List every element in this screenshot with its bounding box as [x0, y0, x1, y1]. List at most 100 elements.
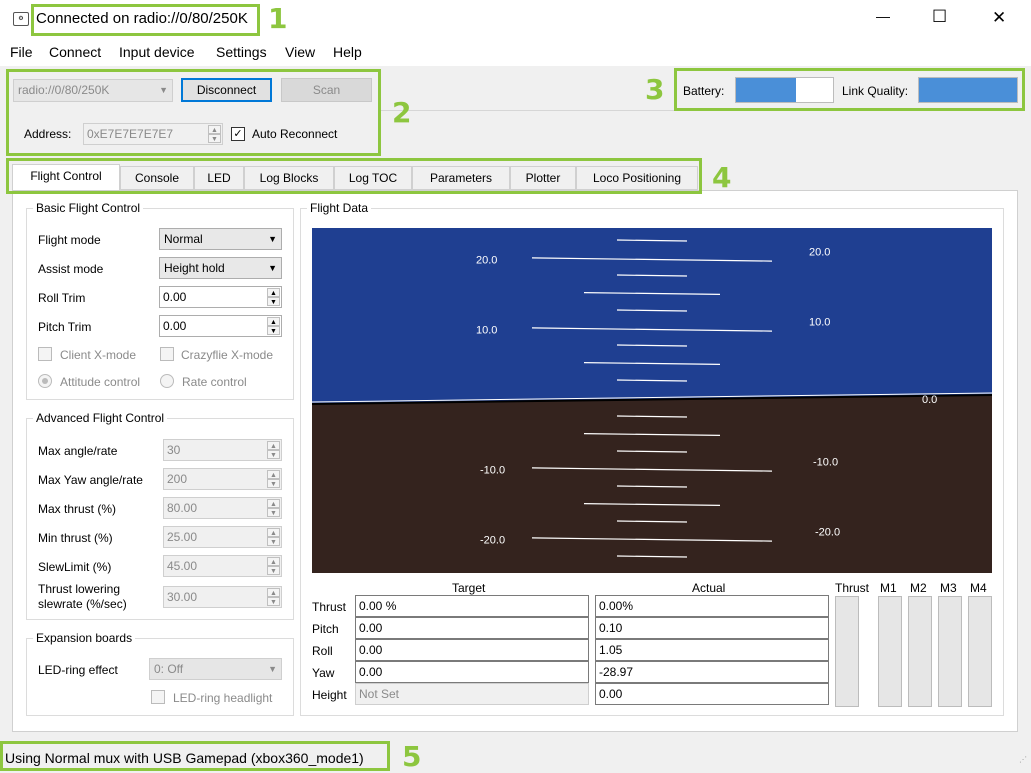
- spin-down-icon[interactable]: ▼: [267, 537, 280, 546]
- advanced-row-label: Thrust lowering slewrate (%/sec): [38, 582, 127, 611]
- spin-down-icon[interactable]: ▼: [267, 326, 280, 335]
- advanced-row-field[interactable]: 30 ▲ ▼: [163, 439, 282, 461]
- motor-bar: [878, 596, 902, 707]
- sky: [312, 228, 992, 404]
- artificial-horizon: 20.0 20.0 10.0 10.0 -10.0 -10.0 -20.0 -20.0 0.0: [312, 228, 992, 573]
- spin-down-icon[interactable]: ▼: [267, 597, 280, 606]
- pitch-label: 20.0: [809, 247, 830, 259]
- pitch-trim-field[interactable]: 0.00 ▲ ▼: [159, 315, 282, 337]
- led-ring-headlight-checkbox[interactable]: [151, 690, 165, 704]
- pitch-label: -20.0: [815, 527, 840, 539]
- assist-mode-label: Assist mode: [38, 262, 104, 276]
- spin-up-icon[interactable]: ▲: [267, 557, 280, 566]
- callout-box-4: [6, 158, 702, 194]
- target-value-field: Not Set: [355, 683, 589, 705]
- callout-box-3: [674, 68, 1025, 111]
- spin-down-icon[interactable]: ▼: [267, 479, 280, 488]
- callout-box-2: [6, 69, 381, 156]
- pitch-trim-value: 0.00: [163, 319, 187, 333]
- menu-bar: File Connect Input device Settings View …: [0, 40, 1031, 66]
- flight-data-row-label: Thrust: [312, 600, 347, 614]
- actual-value-field: 0.00: [595, 683, 829, 705]
- client-x-mode-checkbox[interactable]: [38, 347, 52, 361]
- app-icon: ⚙: [13, 12, 29, 26]
- actual-header: Actual: [692, 581, 726, 595]
- callout-box-5: [0, 741, 390, 771]
- advanced-row-field[interactable]: 80.00 ▲ ▼: [163, 497, 282, 519]
- spin-up-icon[interactable]: ▲: [267, 288, 280, 297]
- spin-up-icon[interactable]: ▲: [267, 528, 280, 537]
- attitude-control-label: Attitude control: [60, 375, 141, 389]
- actual-value-field: 1.05: [595, 639, 829, 661]
- crazyflie-x-mode-checkbox[interactable]: [160, 347, 174, 361]
- flight-data-row-label: Yaw: [312, 666, 335, 680]
- flight-data-row-label: Roll: [312, 644, 333, 658]
- led-ring-effect-select[interactable]: 0: Off ▼: [149, 658, 282, 680]
- advanced-row-value: 80.00: [167, 501, 198, 515]
- menu-settings[interactable]: Settings: [216, 44, 267, 60]
- roll-trim-field[interactable]: 0.00 ▲ ▼: [159, 286, 282, 308]
- maximize-button[interactable]: ☐: [932, 7, 947, 27]
- chevron-down-icon: ▼: [268, 234, 277, 244]
- rate-control-radio[interactable]: [160, 374, 174, 388]
- target-value-field: 0.00: [355, 639, 589, 661]
- advanced-row-label: Min thrust (%): [38, 531, 113, 545]
- assist-mode-select[interactable]: Height hold ▼: [159, 257, 282, 279]
- spin-up-icon[interactable]: ▲: [267, 317, 280, 326]
- pitch-label: 10.0: [809, 317, 830, 329]
- chevron-down-icon: ▼: [268, 263, 277, 273]
- close-button[interactable]: ✕: [992, 8, 1006, 28]
- client-x-mode-label: Client X-mode: [60, 348, 137, 362]
- flight-mode-select[interactable]: Normal ▼: [159, 228, 282, 250]
- spin-down-icon[interactable]: ▼: [267, 566, 280, 575]
- attitude-control-radio[interactable]: [38, 374, 52, 388]
- advanced-row-value: 200: [167, 472, 188, 486]
- advanced-row-field[interactable]: 45.00 ▲ ▼: [163, 555, 282, 577]
- callout-number-4: 4: [712, 161, 732, 194]
- target-value-field: 0.00 %: [355, 595, 589, 617]
- menu-connect[interactable]: Connect: [49, 44, 101, 60]
- led-ring-headlight-label: LED-ring headlight: [173, 691, 273, 705]
- pitch-label: 10.0: [476, 325, 497, 337]
- actual-value-field: -28.97: [595, 661, 829, 683]
- spin-down-icon[interactable]: ▼: [267, 450, 280, 459]
- spin-up-icon[interactable]: ▲: [267, 470, 280, 479]
- spin-up-icon[interactable]: ▲: [267, 499, 280, 508]
- menu-help[interactable]: Help: [333, 44, 362, 60]
- advanced-row-field[interactable]: 30.00 ▲ ▼: [163, 586, 282, 608]
- advanced-group-title: Advanced Flight Control: [33, 411, 168, 425]
- callout-number-3: 3: [645, 73, 665, 106]
- flight-data-row-label: Pitch: [312, 622, 339, 636]
- motor-bar: [938, 596, 962, 707]
- motor-header: M4: [970, 581, 987, 595]
- advanced-row-label: SlewLimit (%): [38, 560, 112, 574]
- menu-view[interactable]: View: [285, 44, 315, 60]
- pitch-trim-label: Pitch Trim: [38, 320, 92, 334]
- actual-value-field: 0.10: [595, 617, 829, 639]
- callout-number-2: 2: [392, 96, 412, 129]
- menu-file[interactable]: File: [10, 44, 33, 60]
- target-value-field: 0.00: [355, 617, 589, 639]
- pitch-label: -10.0: [813, 457, 838, 469]
- flight-mode-label: Flight mode: [38, 233, 101, 247]
- spin-up-icon[interactable]: ▲: [267, 588, 280, 597]
- assist-mode-value: Height hold: [164, 261, 225, 275]
- advanced-row-value: 30: [167, 443, 181, 457]
- menu-input-device[interactable]: Input device: [119, 44, 195, 60]
- spin-down-icon[interactable]: ▼: [267, 297, 280, 306]
- flight-mode-value: Normal: [164, 232, 203, 246]
- advanced-row-field[interactable]: 25.00 ▲ ▼: [163, 526, 282, 548]
- spin-up-icon[interactable]: ▲: [267, 441, 280, 450]
- advanced-row-field[interactable]: 200 ▲ ▼: [163, 468, 282, 490]
- horizon-label: 0.0: [922, 394, 937, 406]
- advanced-row-label: Max Yaw angle/rate: [38, 473, 143, 487]
- motor-header: M2: [910, 581, 927, 595]
- minimize-button[interactable]: —: [876, 8, 890, 24]
- resize-grip-icon[interactable]: ⋰: [1019, 755, 1027, 764]
- advanced-row-label: Max angle/rate: [38, 444, 118, 458]
- advanced-row-value: 25.00: [167, 530, 198, 544]
- advanced-row-value: 45.00: [167, 559, 198, 573]
- advanced-row-label: Max thrust (%): [38, 502, 117, 516]
- main-window: ⚙ Connected on radio://0/80/250K — ☐ ✕ F…: [0, 0, 1031, 773]
- spin-down-icon[interactable]: ▼: [267, 508, 280, 517]
